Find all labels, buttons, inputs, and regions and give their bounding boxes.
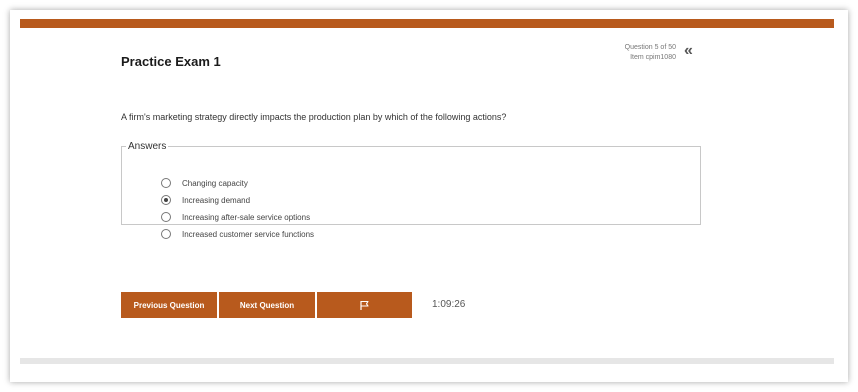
question-counter: Question 5 of 50 [624,44,676,51]
answer-option-1[interactable]: Changing capacity [161,176,248,190]
radio-button[interactable] [161,229,171,239]
answer-option-label: Increased customer service functions [182,229,315,239]
answer-option-label: Increasing after-sale service options [182,212,311,222]
answer-option-label: Changing capacity [182,178,248,188]
answer-option-4[interactable]: Increased customer service functions [161,227,314,241]
answers-legend: Answers [128,141,167,152]
answer-option-2[interactable]: Increasing demand [161,193,250,207]
collapse-panel-icon[interactable]: « [684,43,702,59]
flag-icon [360,300,369,310]
header-accent-bar [20,19,834,28]
previous-question-button[interactable]: Previous Question [121,292,217,318]
flag-question-button[interactable] [317,292,412,318]
radio-button[interactable] [161,212,171,222]
answer-option-3[interactable]: Increasing after-sale service options [161,210,310,224]
question-text: A firm's marketing strategy directly imp… [121,112,507,122]
item-id: Item cpim1080 [630,54,676,61]
answers-group: Answers Changing capacity Increasing dem… [121,141,701,239]
radio-button-selected[interactable] [161,195,171,205]
question-info: Question 5 of 50 Item cpim1080 [600,43,676,63]
radio-button[interactable] [161,178,171,188]
footer-bar [20,358,834,364]
page-title: Practice Exam 1 [121,54,221,69]
answer-option-label: Increasing demand [182,195,251,205]
exam-timer: 1:09:26 [432,299,466,310]
next-question-button[interactable]: Next Question [219,292,315,318]
